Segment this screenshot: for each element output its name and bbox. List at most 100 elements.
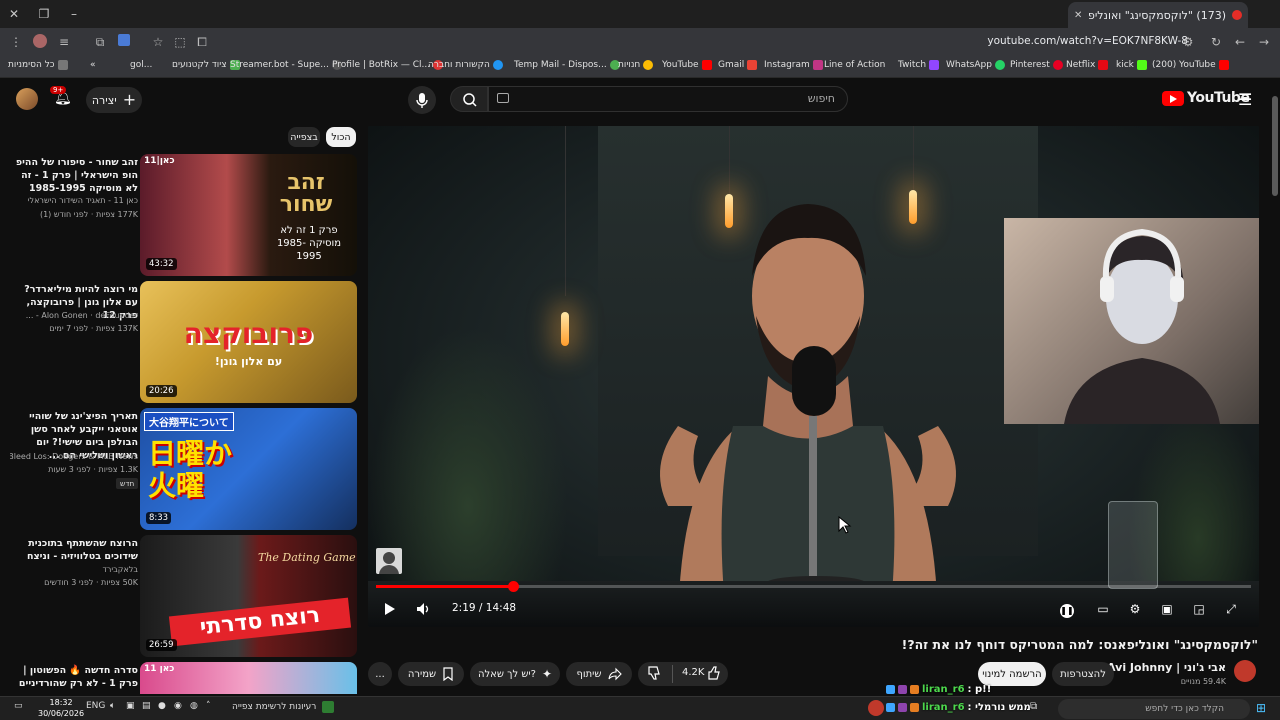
- settings-gear-icon[interactable]: ⚙: [1126, 600, 1144, 618]
- bookmark-item[interactable]: Netflix: [1066, 60, 1109, 70]
- related-video-meta: 137K צפיות · לפני 7 ימים: [49, 324, 138, 333]
- fullscreen-icon[interactable]: ⤢: [1222, 600, 1240, 618]
- related-video-item[interactable]: כאן|11 זהב שחור פרק 1 זה לא מוסיקה 1985-…: [0, 154, 360, 276]
- related-video-channel[interactable]: Alon Gonen · deFounder - ...: [10, 311, 138, 320]
- like-count[interactable]: 4.2K: [682, 667, 704, 678]
- share-page-icon[interactable]: ⧠: [194, 34, 210, 50]
- menu-dots-icon[interactable]: ⋮: [8, 34, 24, 50]
- start-button-icon[interactable]: ⊞: [1256, 701, 1266, 715]
- bookmark-item[interactable]: (200) YouTube: [1152, 60, 1229, 70]
- account-avatar[interactable]: [16, 88, 38, 110]
- reading-list-icon[interactable]: ≡: [56, 34, 72, 50]
- related-video-item[interactable]: כאן 11 סדרה חדשה 🔥 הפשוטון | פרק 1 - לא …: [0, 662, 360, 694]
- tray-app-icon[interactable]: ▤: [142, 701, 151, 711]
- chip-watched[interactable]: בצפייה: [288, 127, 320, 147]
- forward-icon[interactable]: ←: [1232, 34, 1248, 50]
- bookmark-item[interactable]: Gmail: [718, 60, 758, 70]
- subscribe-button[interactable]: הרשמה למינוי: [978, 662, 1046, 686]
- bookmark-item[interactable]: kick: [1116, 60, 1147, 70]
- dislike-button[interactable]: [646, 665, 662, 681]
- taskbar-app-icon[interactable]: [868, 700, 884, 716]
- video-thumbnail[interactable]: 大谷翔平について 日曜か火曜: [140, 408, 357, 530]
- play-button[interactable]: [380, 600, 398, 618]
- back-icon[interactable]: →: [1256, 34, 1272, 50]
- bookmark-item[interactable]: Line of Action: [824, 60, 885, 70]
- bookmark-item[interactable]: gol...: [130, 60, 152, 70]
- keyboard-icon[interactable]: [497, 93, 509, 103]
- translate-icon[interactable]: [116, 34, 132, 50]
- volume-tray-icon[interactable]: 🔈︎: [110, 701, 115, 711]
- show-desktop-icon[interactable]: ▭: [14, 701, 23, 711]
- bookmark-item[interactable]: הקשורות וחברה: [428, 60, 503, 70]
- create-button[interactable]: יצירה +: [86, 87, 142, 113]
- bookmark-item[interactable]: Pinterest: [1010, 60, 1063, 70]
- autoplay-toggle[interactable]: ❚❚: [1058, 600, 1076, 618]
- channel-avatar[interactable]: [1234, 660, 1256, 682]
- language-indicator[interactable]: ENG: [86, 701, 105, 711]
- restore-window-icon[interactable]: ❐: [36, 6, 52, 22]
- bookmark-item[interactable]: Temp Mail - Dispos...: [514, 60, 620, 70]
- scrollbar-thumb[interactable]: [1272, 96, 1278, 196]
- miniplayer-icon[interactable]: ▣: [1158, 600, 1176, 618]
- extensions-icon[interactable]: ⧉: [92, 34, 108, 50]
- hamburger-menu-icon[interactable]: ☰: [1238, 90, 1252, 109]
- channel-watermark[interactable]: [376, 548, 402, 574]
- chip-all[interactable]: הכול: [326, 127, 356, 147]
- related-video-channel[interactable]: כאן 11 - תאגיד השידור הישראלי: [10, 196, 138, 205]
- all-bookmarks[interactable]: כל הסימניות: [8, 60, 68, 70]
- bookmark-item[interactable]: YouTube: [662, 60, 712, 70]
- related-video-title[interactable]: זהב שחור - סיפורו של ההיפ הופ הישראלי | …: [10, 156, 138, 195]
- bookmark-item[interactable]: Profile | BotRix — Cl...: [332, 60, 444, 70]
- tray-app-icon[interactable]: ◉: [174, 701, 182, 711]
- active-tab[interactable]: (173) "לוקסמקסינג" ואונליפ... ✕: [1068, 2, 1248, 28]
- bookmark-item[interactable]: Twitch: [898, 60, 940, 70]
- bookmark-label: Netflix: [1066, 60, 1096, 70]
- save-button[interactable]: שמירה: [398, 662, 464, 686]
- bookmark-star-icon[interactable]: ☆: [150, 34, 166, 50]
- youtube-logo[interactable]: YouTube: [1162, 90, 1250, 106]
- thumbnail-text: 日曜か火曜: [148, 437, 233, 502]
- reload-icon[interactable]: ↻: [1208, 34, 1224, 50]
- search-button[interactable]: [450, 86, 488, 112]
- related-video-title[interactable]: הרוצח שהשתתף בתוכנית שידוכים בטלוויזיה -…: [10, 537, 138, 563]
- taskbar-search[interactable]: הקלד כאן כדי לחפש: [1058, 699, 1250, 719]
- video-player[interactable]: 2:19 / 14:48 ❚❚ ▭ ⚙ ▣ ◲ ⤢: [368, 126, 1259, 627]
- bookmark-item[interactable]: חנויות: [618, 60, 654, 70]
- minimize-window-icon[interactable]: –: [66, 6, 82, 22]
- video-thumbnail[interactable]: כאן 11: [140, 662, 357, 694]
- search-input[interactable]: חיפוש: [488, 86, 848, 112]
- related-video-item[interactable]: פרובוקצה עם אלון גונן! 20:26 מי רוצה להי…: [0, 281, 360, 403]
- related-video-item[interactable]: 大谷翔平について 日曜か火曜 8:33 תאריך הפיצ'ינג של שו…: [0, 408, 360, 530]
- bookmark-item[interactable]: Streamer.bot - Supe...: [230, 60, 342, 70]
- bookmarks-overflow-icon[interactable]: «: [90, 60, 96, 70]
- mic-tray-icon[interactable]: ●: [158, 701, 166, 711]
- screenshot-icon[interactable]: ⬚: [172, 34, 188, 50]
- related-video-channel[interactable]: Bleed Los: Dodgers & MLB News ...: [10, 452, 138, 461]
- close-window-icon[interactable]: ✕: [6, 6, 22, 22]
- tray-overflow-icon[interactable]: ˄: [206, 701, 211, 711]
- volume-button[interactable]: [414, 600, 432, 618]
- share-button[interactable]: שיתוף: [566, 662, 632, 686]
- taskbar-clock[interactable]: 18:32 30/06/2026: [38, 697, 84, 719]
- like-button[interactable]: [706, 665, 722, 681]
- cast-icon[interactable]: ◲: [1190, 600, 1208, 618]
- ask-button[interactable]: יש לך שאלה? ✦: [470, 662, 560, 686]
- subtitles-icon[interactable]: ▭: [1094, 600, 1112, 618]
- voice-search-button[interactable]: [408, 86, 436, 114]
- profile-avatar-icon[interactable]: [32, 34, 48, 50]
- network-tray-icon[interactable]: ▣: [126, 701, 135, 711]
- bookmark-item[interactable]: WhatsApp: [946, 60, 1005, 70]
- close-tab-icon[interactable]: ✕: [1074, 10, 1082, 21]
- address-url[interactable]: youtube.com/watch?v=EOK7NF8KW-8: [987, 35, 1188, 47]
- site-settings-icon[interactable]: ⚙: [1180, 34, 1196, 50]
- more-actions-button[interactable]: ...: [368, 662, 392, 686]
- related-video-channel[interactable]: בלאקבירד: [10, 565, 139, 574]
- related-video-item[interactable]: The Dating Game רוצח סדרתי 26:59 הרוצח ש…: [0, 535, 360, 657]
- channel-name[interactable]: אבי ג'וני | Avi Johnny: [1107, 661, 1226, 674]
- ask-label: יש לך שאלה?: [477, 668, 536, 680]
- news-widget[interactable]: רעיונות לרשימת צפייה: [232, 701, 335, 713]
- related-video-title[interactable]: סדרה חדשה 🔥 הפשוטון | פרק 1 - לא רק שהור…: [10, 664, 138, 690]
- tray-app-icon[interactable]: ◍: [190, 701, 198, 711]
- bookmark-item[interactable]: Instagram: [764, 60, 823, 70]
- join-button[interactable]: להצטרפות: [1052, 662, 1114, 686]
